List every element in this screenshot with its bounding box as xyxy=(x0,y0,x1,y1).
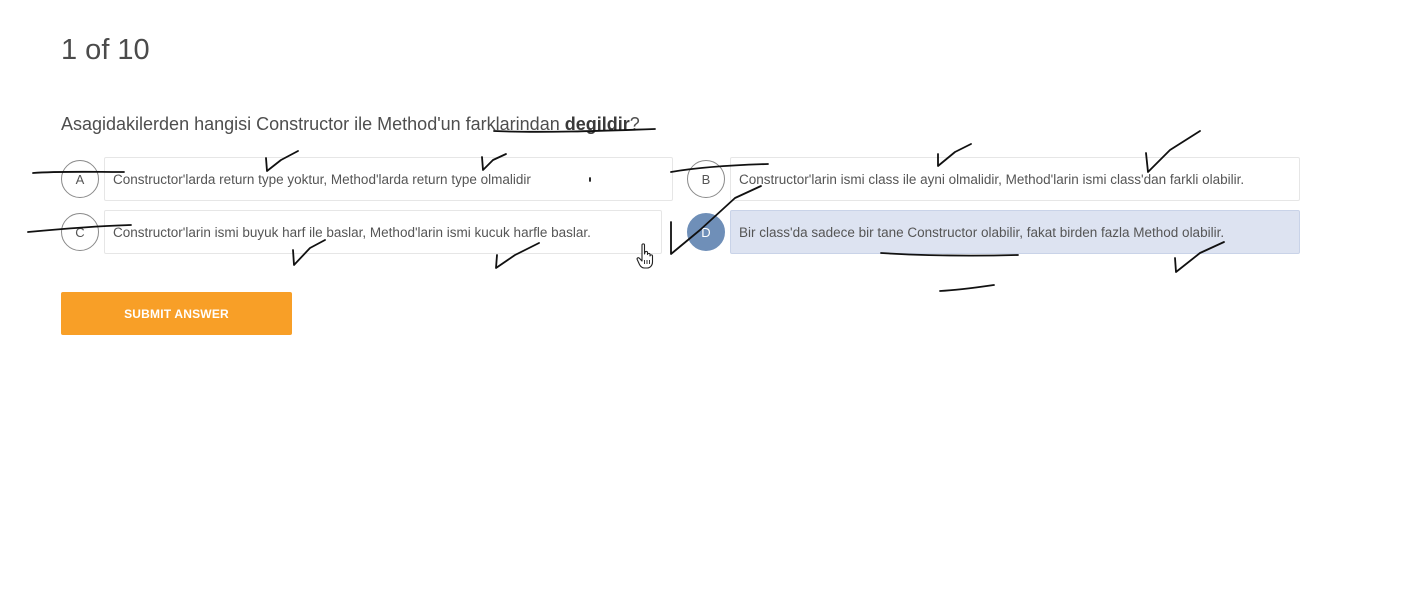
question-text-suffix: ? xyxy=(629,114,640,134)
option-d-letter[interactable]: D xyxy=(687,213,725,251)
option-c-letter[interactable]: C xyxy=(61,213,99,251)
hand-cursor-icon xyxy=(636,243,654,269)
option-a-text[interactable]: Constructor'larda return type yoktur, Me… xyxy=(104,157,673,201)
option-c[interactable]: C Constructor'larin ismi buyuk harf ile … xyxy=(61,210,662,254)
option-a[interactable]: A Constructor'larda return type yoktur, … xyxy=(61,157,673,201)
option-d[interactable]: D Bir class'da sadece bir tane Construct… xyxy=(687,210,1300,254)
option-b-letter[interactable]: B xyxy=(687,160,725,198)
submit-answer-button[interactable]: SUBMIT ANSWER xyxy=(61,292,292,335)
question-text: Asagidakilerden hangisi Constructor ile … xyxy=(61,112,640,136)
option-b-text[interactable]: Constructor'larin ismi class ile ayni ol… xyxy=(730,157,1300,201)
question-text-bold: degildir xyxy=(564,114,630,134)
option-b[interactable]: B Constructor'larin ismi class ile ayni … xyxy=(687,157,1300,201)
question-text-prefix: Asagidakilerden hangisi Constructor ile … xyxy=(61,114,565,134)
dash-mark xyxy=(939,284,995,292)
option-c-text[interactable]: Constructor'larin ismi buyuk harf ile ba… xyxy=(104,210,662,254)
question-progress: 1 of 10 xyxy=(61,34,150,66)
option-d-text[interactable]: Bir class'da sadece bir tane Constructor… xyxy=(730,210,1300,254)
quiz-page: 1 of 10 Asagidakilerden hangisi Construc… xyxy=(0,0,1401,597)
option-a-letter[interactable]: A xyxy=(61,160,99,198)
